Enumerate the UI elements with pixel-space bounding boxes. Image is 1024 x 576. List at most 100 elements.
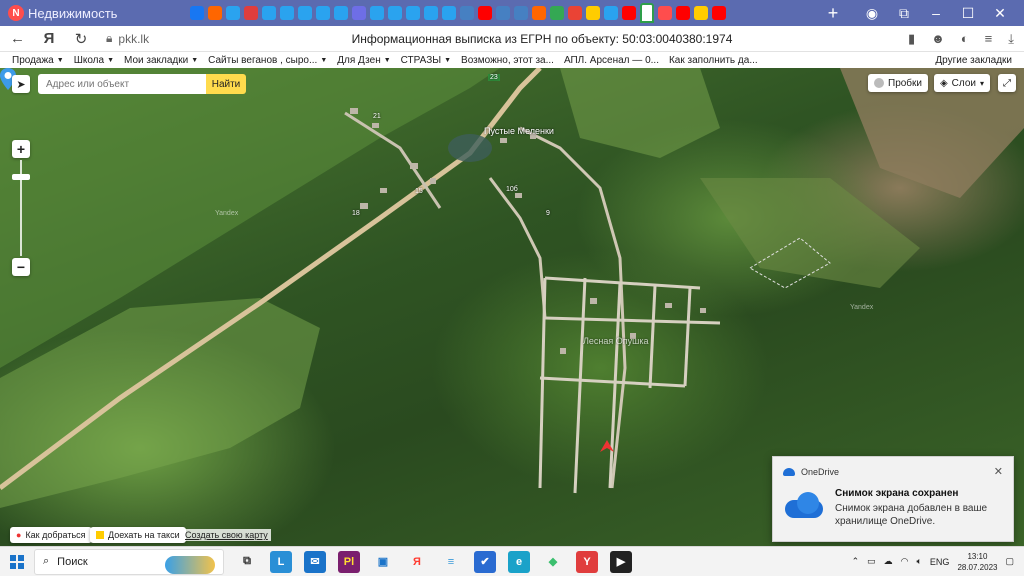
browser-tab-favicon-icon[interactable] — [208, 6, 222, 20]
task-view-icon[interactable]: ⧉ — [236, 551, 258, 573]
search-highlight-picture — [165, 555, 215, 574]
yandex-home-icon[interactable]: Я — [42, 30, 56, 47]
map-watermark: Yandex — [850, 304, 874, 311]
back-arrow-icon[interactable]: ← — [10, 30, 25, 47]
browser-tab-favicon-icon[interactable] — [370, 6, 384, 20]
bookmark-item[interactable]: Мои закладки ▼ — [124, 55, 198, 66]
app-green-icon[interactable]: ◆ — [542, 551, 564, 573]
extension-icon[interactable]: ☻ — [931, 31, 945, 46]
browser-tab-favicon-icon[interactable] — [622, 6, 636, 20]
browser-tab-favicon-icon[interactable] — [226, 6, 240, 20]
layers-button[interactable]: ◈ Слои ▾ — [934, 74, 990, 92]
taskbar-search[interactable]: ⌕ Поиск — [34, 548, 224, 575]
network-icon[interactable]: ▭ — [867, 556, 876, 567]
browser-tab-favicon-icon[interactable] — [352, 6, 366, 20]
map-search-button[interactable]: Найти — [206, 74, 246, 94]
traffic-button[interactable]: Пробки — [868, 74, 928, 92]
mail-icon[interactable]: ✉ — [304, 550, 326, 573]
toolbar-right: ▮ ☻ ◐ ≡ ⤓ — [908, 31, 1014, 47]
wifi-icon[interactable]: ◠ — [901, 556, 909, 567]
site-tab[interactable]: N Недвижимость — [0, 0, 190, 26]
app-pl-icon[interactable]: Pl — [338, 550, 360, 573]
onedrive-notification[interactable]: OneDrive ✕ Снимок экрана сохранен Снимок… — [772, 456, 1014, 542]
browser-tab-favicon-icon[interactable] — [388, 6, 402, 20]
browser-tab-favicon-icon[interactable] — [190, 6, 204, 20]
refresh-icon[interactable]: ↻ — [74, 30, 88, 48]
collections-icon[interactable]: ⧉ — [894, 5, 914, 22]
browser-tab-favicon-icon[interactable] — [478, 6, 492, 20]
media-player-icon[interactable]: ▶ — [610, 550, 632, 573]
start-button[interactable] — [0, 554, 34, 569]
new-tab-icon[interactable]: + — [822, 2, 844, 24]
clock[interactable]: 13:10 28.07.2023 — [957, 551, 997, 573]
bookmark-item[interactable]: Продажа ▼ — [12, 55, 64, 66]
browser-tab-favicon-icon[interactable] — [496, 6, 510, 20]
route-button[interactable]: ● Как добраться — [10, 527, 92, 543]
locate-arrow-icon[interactable]: ➤ — [12, 75, 30, 93]
profile-icon[interactable]: ◉ — [862, 5, 882, 22]
volume-icon[interactable]: 🔈︎ — [917, 556, 922, 567]
taxi-button[interactable]: Доехать на такси — [90, 527, 186, 543]
browser-tab-favicon-icon[interactable] — [262, 6, 276, 20]
bookmark-other[interactable]: Другие закладки — [935, 55, 1012, 66]
app-l-icon[interactable]: L — [270, 550, 292, 573]
close-window-icon[interactable]: ✕ — [990, 5, 1010, 22]
browser-tab-favicon-icon[interactable] — [586, 6, 600, 20]
browser-tab-favicon-icon[interactable] — [514, 6, 528, 20]
browser-tab-favicon-icon[interactable] — [298, 6, 312, 20]
fullscreen-icon[interactable]: ⤢ — [998, 74, 1016, 92]
bookmark-item[interactable]: Возможно, этот за... — [461, 55, 554, 66]
chevron-up-icon[interactable]: ⌃ — [852, 556, 860, 567]
lock-icon: 🔒︎ — [106, 31, 113, 45]
browser-tab-favicon-icon[interactable] — [424, 6, 438, 20]
zoom-out-button[interactable]: − — [12, 258, 30, 276]
bookmarks-bar: Продажа ▼ Школа ▼ Мои закладки ▼ Сайты веганов… — [0, 52, 1024, 68]
browser-tab-favicon-icon[interactable] — [676, 6, 690, 20]
bookmark-item[interactable]: СТРАЗЫ ▼ — [401, 55, 451, 66]
edge-icon[interactable]: e — [508, 550, 530, 573]
browser-tab-favicon-icon[interactable] — [712, 6, 726, 20]
browser-tab-favicon-icon[interactable] — [658, 6, 672, 20]
cloud-icon[interactable]: ☁ — [884, 556, 893, 567]
url-text: pkk.lk — [118, 31, 150, 46]
browser-tab-favicon-icon[interactable] — [694, 6, 708, 20]
browser-tab-favicon-icon[interactable] — [442, 6, 456, 20]
app-yandex-red-icon[interactable]: Y — [576, 550, 598, 573]
close-icon[interactable]: ✕ — [994, 465, 1003, 478]
alice-icon[interactable]: ◐ — [961, 31, 969, 46]
browser-tab-favicon-icon[interactable] — [316, 6, 330, 20]
browser-tab-favicon-icon[interactable] — [406, 6, 420, 20]
caret-down-icon: ▼ — [383, 56, 391, 64]
download-icon[interactable]: ⤓ — [1008, 31, 1014, 47]
browser-tab-favicon-icon[interactable] — [460, 6, 474, 20]
browser-tab-favicon-icon[interactable] — [532, 6, 546, 20]
browser-tab-favicon-icon[interactable] — [334, 6, 348, 20]
bookmark-icon[interactable]: ▮ — [908, 31, 915, 47]
menu-icon[interactable]: ≡ — [985, 31, 993, 46]
browser-tab-favicon-icon[interactable] — [568, 6, 582, 20]
bookmark-item[interactable]: Как заполнить да... — [669, 55, 758, 66]
yandex-browser-icon[interactable]: Я — [406, 551, 428, 573]
bookmark-item[interactable]: Школа ▼ — [74, 55, 114, 66]
notepad-icon[interactable]: ≡ — [440, 551, 462, 573]
notifications-icon[interactable]: ▢ — [1005, 556, 1014, 567]
browser-tab-favicon-icon[interactable] — [280, 6, 294, 20]
url-field[interactable]: 🔒︎ pkk.lk — [106, 31, 296, 46]
map-search-input[interactable] — [38, 74, 206, 94]
active-tab-favicon-icon[interactable] — [640, 3, 654, 23]
browser-tab-favicon-icon[interactable] — [550, 6, 564, 20]
zoom-in-button[interactable]: + — [12, 140, 30, 158]
maximize-icon[interactable]: ☐ — [958, 5, 978, 22]
taxi-icon — [96, 531, 104, 539]
bookmark-item[interactable]: Сайты веганов , сыро... ▼ — [208, 55, 327, 66]
app-check-icon[interactable]: ✔ — [474, 550, 496, 573]
store-icon[interactable]: ▣ — [372, 551, 394, 573]
zoom-slider-thumb[interactable] — [12, 174, 30, 180]
browser-tab-favicon-icon[interactable] — [244, 6, 258, 20]
minimize-icon[interactable]: – — [926, 5, 946, 21]
create-map-link[interactable]: Создать свою карту — [182, 529, 271, 541]
bookmark-item[interactable]: Для Дзен ▼ — [337, 55, 390, 66]
bookmark-item[interactable]: АПЛ. Арсенал — 0... — [564, 55, 659, 66]
language-indicator[interactable]: ENG — [930, 557, 950, 567]
browser-tab-favicon-icon[interactable] — [604, 6, 618, 20]
